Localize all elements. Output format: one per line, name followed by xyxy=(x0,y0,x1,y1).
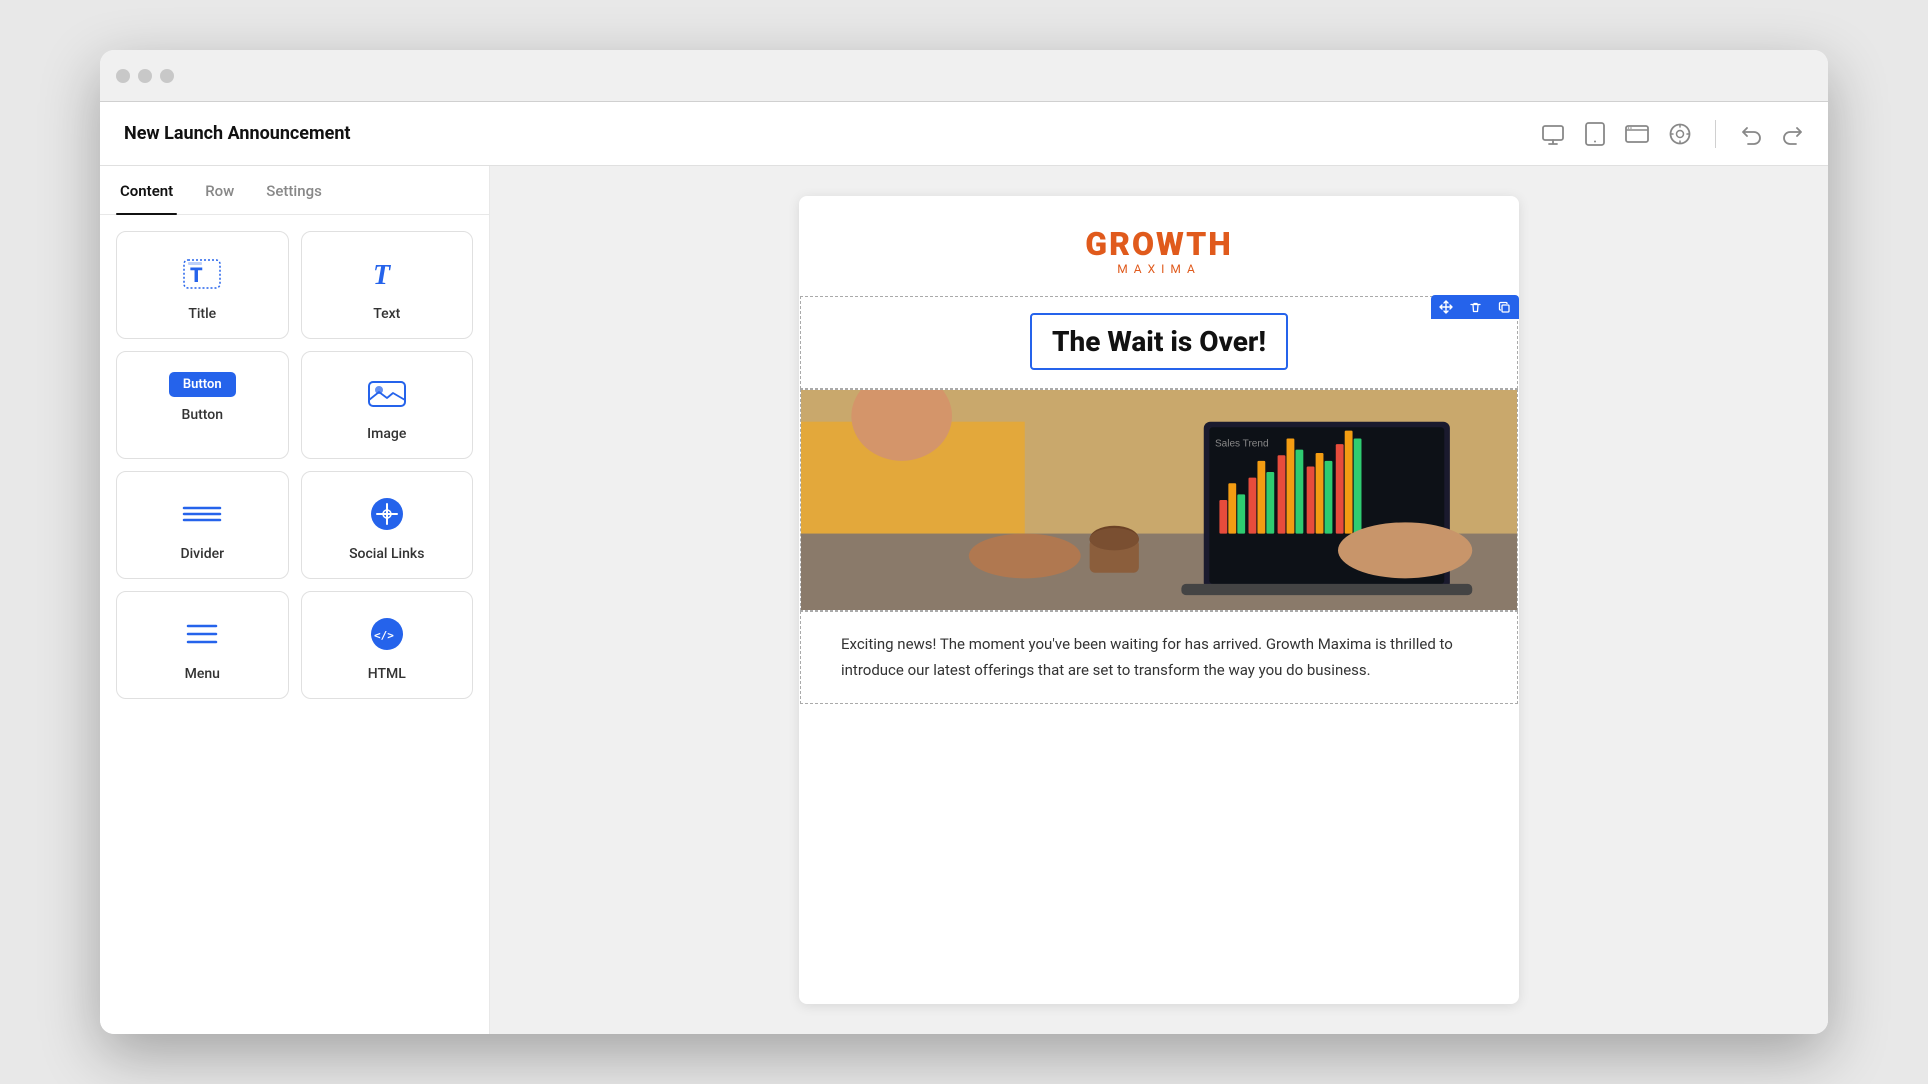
app-body: Content Row Settings T xyxy=(100,166,1828,1034)
block-image-label: Image xyxy=(367,426,406,442)
sidebar: Content Row Settings T xyxy=(100,166,490,1034)
button-icon: Button xyxy=(169,372,236,397)
tablet-icon[interactable] xyxy=(1585,122,1605,146)
block-button[interactable]: Button Button xyxy=(116,351,289,459)
title-section[interactable]: The Wait is Over! xyxy=(800,296,1518,389)
block-image[interactable]: Image xyxy=(301,351,474,459)
app-content: New Launch Announcement xyxy=(100,102,1828,1034)
sidebar-tabs: Content Row Settings xyxy=(100,166,489,215)
email-canvas: GROWTH MAXIMA xyxy=(799,196,1519,1004)
duplicate-button[interactable] xyxy=(1490,295,1519,319)
tab-settings[interactable]: Settings xyxy=(262,166,326,214)
content-blocks-grid: T Title T Text xyxy=(100,215,489,715)
tab-content[interactable]: Content xyxy=(116,166,177,214)
undo-icon[interactable] xyxy=(1740,123,1762,145)
selection-toolbar xyxy=(1431,295,1519,319)
header: New Launch Announcement xyxy=(100,102,1828,166)
block-divider-label: Divider xyxy=(180,546,224,562)
divider-icon xyxy=(180,492,224,536)
email-heading[interactable]: The Wait is Over! xyxy=(1030,313,1288,370)
social-links-icon xyxy=(365,492,409,536)
email-body-text: Exciting news! The moment you've been wa… xyxy=(841,632,1477,683)
svg-text:</>: </> xyxy=(374,629,394,642)
svg-text:Sales Trend: Sales Trend xyxy=(1215,438,1269,449)
logo-name: GROWTH xyxy=(839,228,1479,260)
block-html-label: HTML xyxy=(368,666,406,682)
app-window: New Launch Announcement xyxy=(100,50,1828,1034)
html-icon: </> xyxy=(365,612,409,656)
block-divider[interactable]: Divider xyxy=(116,471,289,579)
settings-circle-icon[interactable] xyxy=(1669,123,1691,145)
canvas-area[interactable]: GROWTH MAXIMA xyxy=(490,166,1828,1034)
redo-icon[interactable] xyxy=(1782,123,1804,145)
move-button[interactable] xyxy=(1431,295,1461,319)
block-text-label: Text xyxy=(373,306,400,322)
logo-subtitle: MAXIMA xyxy=(839,262,1479,276)
block-menu-label: Menu xyxy=(185,666,220,682)
block-social-links-label: Social Links xyxy=(349,546,424,562)
button-preview: Button xyxy=(169,372,236,397)
desktop-icon[interactable] xyxy=(1541,122,1565,146)
svg-text:T: T xyxy=(190,263,203,287)
block-html[interactable]: </> HTML xyxy=(301,591,474,699)
text-icon: T xyxy=(365,252,409,296)
tab-row[interactable]: Row xyxy=(201,166,238,214)
block-social-links[interactable]: Social Links xyxy=(301,471,474,579)
block-button-label: Button xyxy=(181,407,223,423)
text-section[interactable]: Exciting news! The moment you've been wa… xyxy=(800,611,1518,704)
preview-icon[interactable] xyxy=(1625,123,1649,145)
close-button[interactable] xyxy=(116,69,130,83)
page-title: New Launch Announcement xyxy=(124,123,1541,144)
block-title-label: Title xyxy=(188,306,216,322)
header-divider xyxy=(1715,120,1716,148)
menu-icon xyxy=(180,612,224,656)
email-logo-section: GROWTH MAXIMA xyxy=(799,196,1519,296)
image-icon xyxy=(365,372,409,416)
delete-button[interactable] xyxy=(1461,295,1490,319)
block-text[interactable]: T Text xyxy=(301,231,474,339)
minimize-button[interactable] xyxy=(138,69,152,83)
block-title[interactable]: T Title xyxy=(116,231,289,339)
titlebar xyxy=(100,50,1828,102)
block-menu[interactable]: Menu xyxy=(116,591,289,699)
header-toolbar xyxy=(1541,120,1804,148)
maximize-button[interactable] xyxy=(160,69,174,83)
svg-text:T: T xyxy=(373,260,392,291)
image-section[interactable]: Sales Trend xyxy=(800,389,1518,611)
traffic-lights xyxy=(116,69,174,83)
title-icon: T xyxy=(180,252,224,296)
